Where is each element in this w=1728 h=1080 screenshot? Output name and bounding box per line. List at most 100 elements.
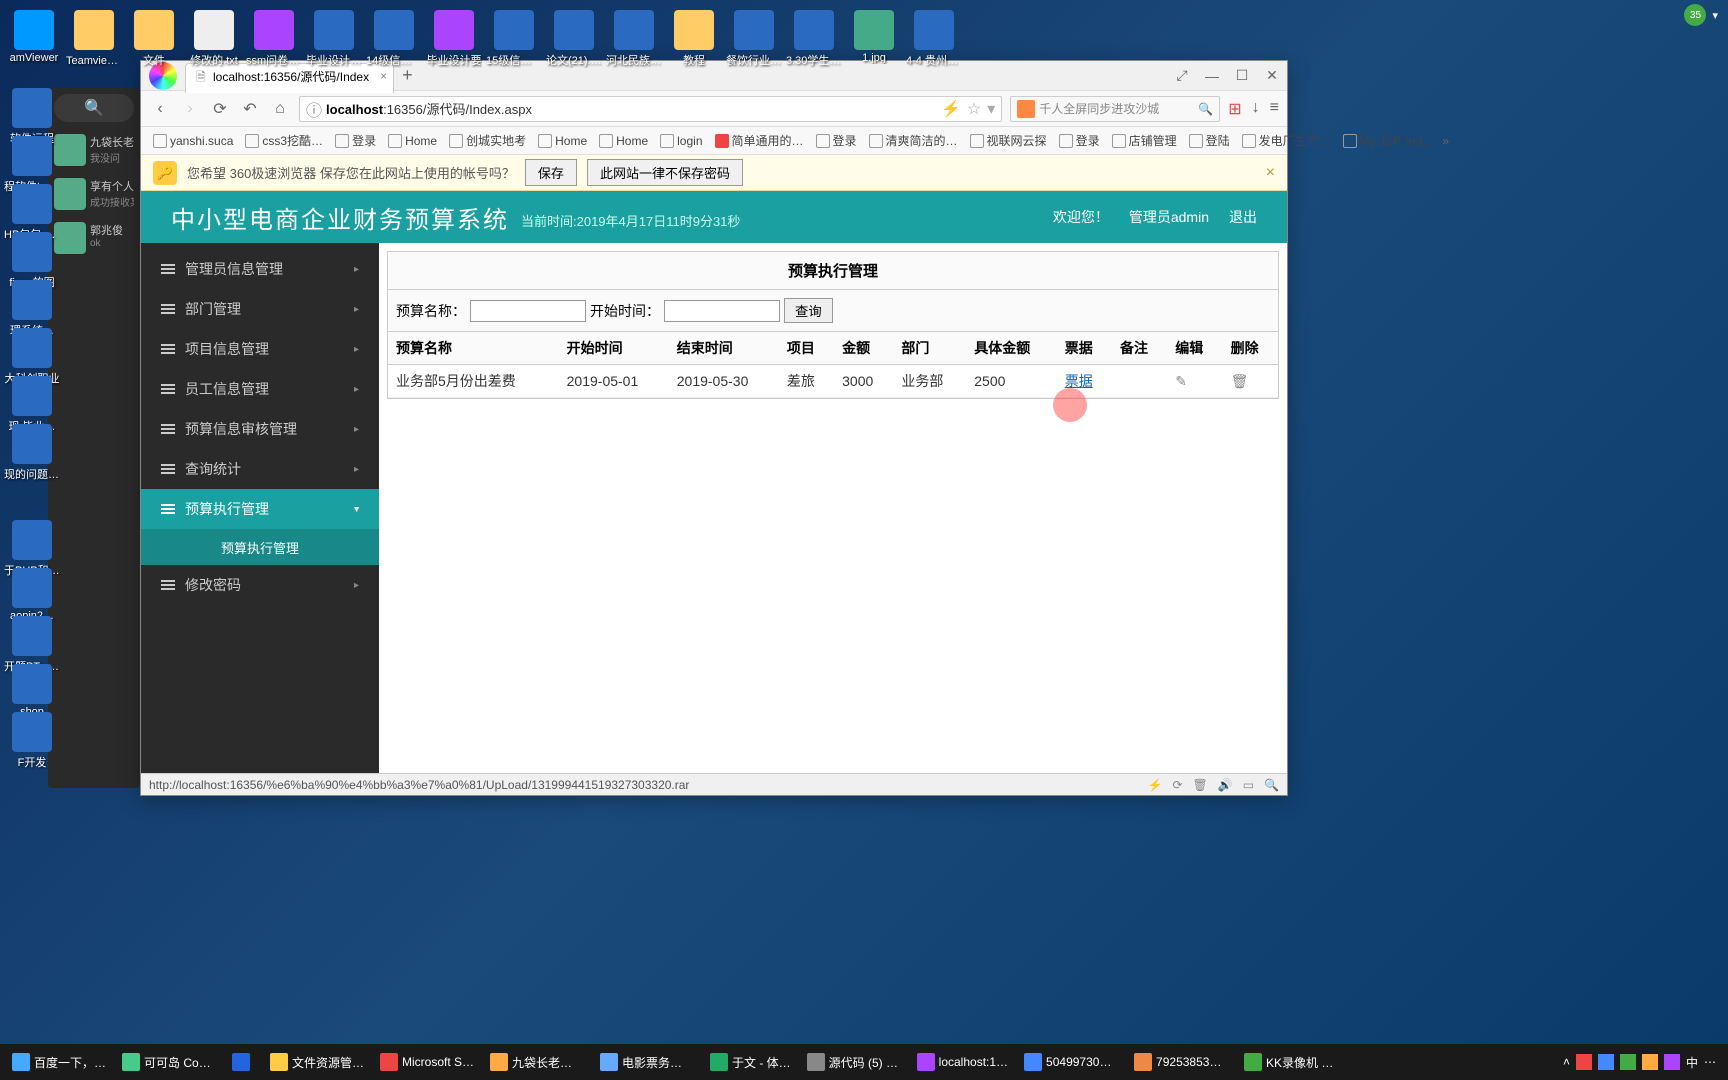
menu-icon[interactable]: ≡ [1270, 99, 1279, 119]
sidebar-menu-item[interactable]: 预算执行管理▸ [141, 489, 379, 529]
edit-icon[interactable]: ✎ [1175, 373, 1187, 389]
filter-name-input[interactable] [470, 300, 586, 322]
ime-indicator[interactable]: 中 [1686, 1054, 1698, 1071]
savebar-close-icon[interactable]: × [1266, 164, 1275, 182]
sidebar-menu-item[interactable]: 查询统计▸ [141, 449, 379, 489]
bookmark-item[interactable]: Home [595, 132, 652, 150]
sidebar-menu-item[interactable]: 员工信息管理▸ [141, 369, 379, 409]
chat-item[interactable]: 郭兆俊ok [48, 216, 140, 260]
desktop-icon[interactable]: 论文(21).doc [546, 10, 602, 68]
tray-app-icon[interactable] [1576, 1054, 1592, 1070]
window-minimize-icon[interactable]: — [1197, 61, 1227, 91]
save-password-button[interactable]: 保存 [525, 159, 577, 186]
sidebar-menu-item[interactable]: 项目信息管理▸ [141, 329, 379, 369]
tray-arrow-icon[interactable]: ▾ [1712, 9, 1718, 22]
desktop-icon[interactable]: 15级信管1班 [486, 10, 542, 68]
admin-link[interactable]: 管理员admin [1129, 207, 1209, 227]
delete-icon[interactable]: 🗑 [1231, 373, 1249, 389]
download-icon[interactable]: ↓ [1252, 99, 1260, 119]
url-bar[interactable]: ⓘ localhost:16356/源代码/Index.aspx ⚡ ☆ ▾ [299, 96, 1002, 122]
bookmark-item[interactable]: 发电厂生产… [1238, 130, 1335, 151]
desktop-icon[interactable]: amViewer [6, 10, 62, 64]
taskbar-item[interactable]: 792538535… [1126, 1046, 1236, 1078]
chat-item[interactable]: 享有个人成功接收某 [48, 172, 140, 216]
tray-more-icon[interactable]: ⋯ [1704, 1055, 1716, 1069]
filter-date-input[interactable] [664, 300, 780, 322]
submenu-item[interactable]: 预算执行管理 [141, 529, 379, 565]
status-bolt-icon[interactable]: ⚡ [1148, 778, 1163, 792]
taskbar-item[interactable]: 源代码 (5) -… [799, 1046, 909, 1078]
desktop-icon[interactable]: 1.jpg [846, 10, 902, 64]
url-dropdown-icon[interactable]: ▾ [987, 99, 995, 119]
receipt-link[interactable]: 票据 [1065, 373, 1093, 389]
tray-app-icon[interactable] [1598, 1054, 1614, 1070]
bookmark-item[interactable]: 简单通用的… [711, 130, 808, 151]
im-search[interactable]: 🔍 [54, 94, 134, 122]
search-icon[interactable]: 🔍 [1198, 102, 1213, 116]
notification-badge[interactable]: 35 [1684, 4, 1706, 26]
nav-reload-button[interactable]: ⟳ [209, 98, 231, 120]
desktop-icon[interactable]: 毕业设计要 [426, 10, 482, 68]
new-tab-button[interactable]: + [402, 65, 413, 86]
bookmark-item[interactable]: login [656, 132, 706, 150]
bookmark-item[interactable]: 店铺管理 [1108, 130, 1181, 151]
bookmark-item[interactable]: 登陆 [1185, 130, 1234, 151]
taskbar-item[interactable]: 百度一下，… [4, 1046, 114, 1078]
tray-up-icon[interactable]: ˄ [1563, 1055, 1570, 1069]
window-close-icon[interactable]: ✕ [1257, 61, 1287, 91]
sidebar-menu-item[interactable]: 修改密码▸ [141, 565, 379, 605]
desktop-icon[interactable]: ssm问卷调… [246, 10, 302, 68]
sidebar-menu-item[interactable]: 部门管理▸ [141, 289, 379, 329]
url-star-icon[interactable]: ☆ [967, 99, 981, 119]
window-maximize-icon[interactable]: ☐ [1227, 61, 1257, 91]
sidebar-menu-item[interactable]: 预算信息审核管理▸ [141, 409, 379, 449]
site-info-icon[interactable]: ⓘ [306, 97, 322, 121]
bookmark-item[interactable]: Home [534, 132, 591, 150]
bookmark-item[interactable]: 登录 [812, 130, 861, 151]
url-flash-icon[interactable]: ⚡ [941, 99, 961, 119]
status-split-icon[interactable]: ▭ [1243, 778, 1254, 792]
bookmark-item[interactable]: 清爽简洁的… [865, 130, 962, 151]
tray-app-icon[interactable] [1620, 1054, 1636, 1070]
status-zoom-icon[interactable]: 🔍 [1264, 778, 1279, 792]
desktop-icon[interactable]: 14级信管专 [366, 10, 422, 68]
taskbar-item[interactable]: 电影票务等9… [592, 1046, 702, 1078]
desktop-icon[interactable]: Teamviewer (远程软件… [66, 10, 122, 68]
bookmark-item[interactable]: My JSP 'ind… [1339, 132, 1439, 150]
apps-icon[interactable]: ⊞ [1228, 99, 1241, 119]
desktop-icon[interactable]: 3.30学生考试 [786, 10, 842, 68]
desktop-icon[interactable]: shop [4, 664, 60, 718]
nav-home-button[interactable]: ⌂ [269, 98, 291, 120]
bookmarks-overflow-icon[interactable]: » [1442, 134, 1449, 148]
taskbar-item[interactable]: 文件资源管… [262, 1046, 372, 1078]
taskbar-item[interactable]: 于文 - 体… [702, 1046, 799, 1078]
desktop-icon[interactable]: 教程 [666, 10, 722, 68]
browser-search-box[interactable]: 千人全屏同步进攻沙城 🔍 [1010, 96, 1220, 122]
desktop-icon[interactable]: 毕业设计说明 [306, 10, 362, 68]
chat-item[interactable]: 九袋长老我没问 [48, 128, 140, 172]
taskbar-item[interactable]: 九袋长老等3… [482, 1046, 592, 1078]
nav-restore-button[interactable]: ↶ [239, 98, 261, 120]
taskbar-item[interactable]: 504997304… [1016, 1046, 1126, 1078]
logout-link[interactable]: 退出 [1229, 207, 1257, 227]
bookmark-item[interactable]: 创城实地考 [445, 130, 530, 151]
taskbar-item[interactable] [224, 1046, 262, 1078]
bookmark-item[interactable]: 登录 [331, 130, 380, 151]
status-trash-icon[interactable]: 🗑 [1193, 778, 1208, 792]
bookmark-item[interactable]: yanshi.suca [149, 132, 237, 150]
desktop-icon[interactable]: aopin2… [4, 568, 60, 622]
desktop-icon[interactable]: 文件 [126, 10, 182, 68]
desktop-icon[interactable]: 河北民族师范 [606, 10, 662, 68]
status-sound-icon[interactable]: 🔊 [1218, 778, 1233, 792]
never-save-password-button[interactable]: 此网站一律不保存密码 [587, 159, 743, 186]
taskbar-item[interactable]: KK录像机 0… [1236, 1046, 1346, 1078]
query-button[interactable]: 查询 [784, 298, 833, 323]
bookmark-item[interactable]: css3挖酷… [241, 130, 327, 151]
tab-close-icon[interactable]: × [380, 69, 387, 83]
nav-back-button[interactable]: ‹ [149, 98, 171, 120]
desktop-icon[interactable]: 餐饮行业从业 [726, 10, 782, 68]
desktop-icon[interactable]: F开发 [4, 712, 60, 770]
window-pin-icon[interactable]: ⤢ [1167, 61, 1197, 91]
nav-forward-button[interactable]: › [179, 98, 201, 120]
taskbar-item[interactable]: Microsoft S… [372, 1046, 482, 1078]
